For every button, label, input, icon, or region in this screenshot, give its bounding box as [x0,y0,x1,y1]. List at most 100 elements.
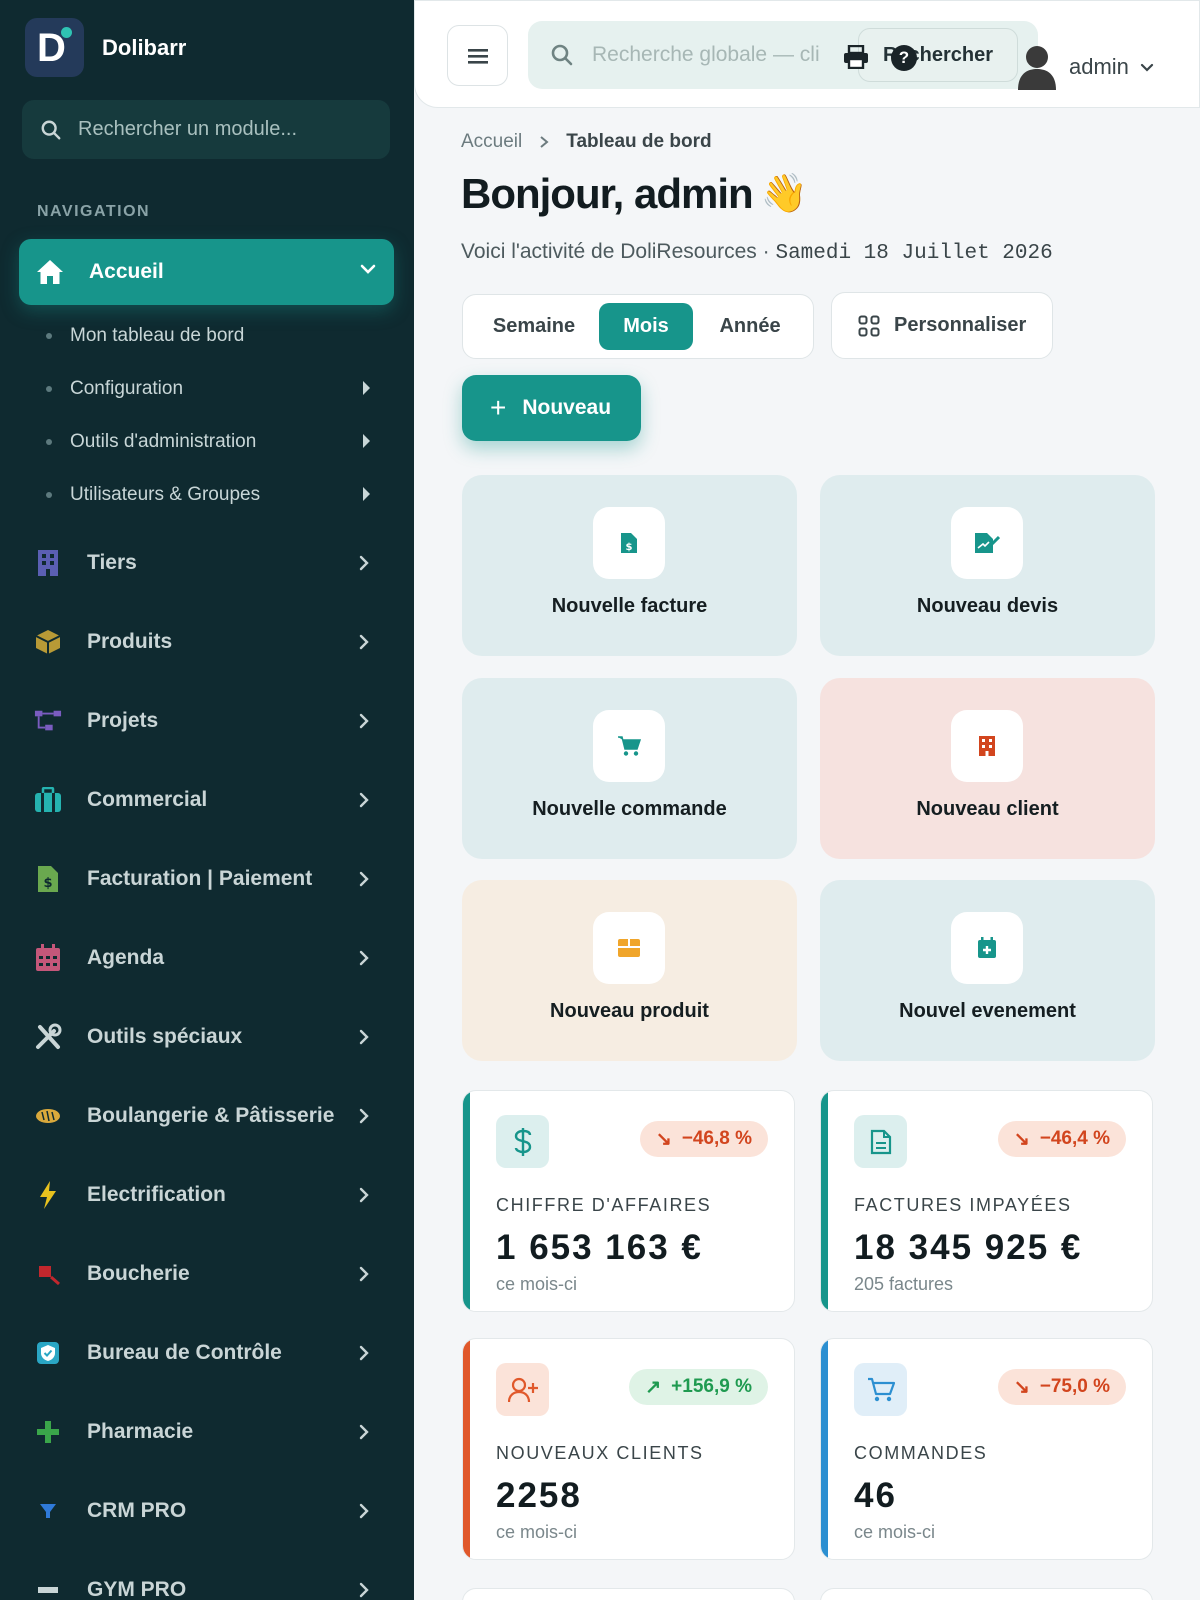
chevron-right-icon [359,1108,369,1124]
module-search[interactable] [22,100,390,159]
chevron-right-icon [359,871,369,887]
invoice-icon: $ [593,507,665,579]
box-icon [593,912,665,984]
home-icon [37,260,63,284]
waving-hand-icon: 👋 [760,173,808,215]
help-icon[interactable]: ? [891,45,917,71]
quick-action-new-client[interactable]: Nouveau client [820,678,1155,859]
quick-action-new-invoice[interactable]: $ Nouvelle facture [462,475,797,656]
period-year-tab[interactable]: Année [693,303,807,350]
chevron-right-icon [359,555,369,571]
sidebar-item-bureau-controle[interactable]: Bureau de Contrôle [34,1333,384,1373]
kpi-note: 205 factures [854,1274,954,1294]
sidebar-item-boucherie[interactable]: Boucherie [34,1254,384,1294]
search-icon [41,120,61,139]
new-button[interactable]: + Nouveau [462,375,641,441]
chevron-right-icon [359,1582,369,1598]
sidebar-subitem-configuration[interactable]: Configuration [46,378,376,400]
sidebar-item-electrification[interactable]: Electrification [34,1175,384,1215]
trend-badge: ↘ −46,4 % [997,1121,1126,1157]
dollar-icon [496,1115,549,1168]
kpi-card-unpaid-invoices[interactable]: ↘ −46,4 % FACTURES IMPAYÉES 18 345 925 € … [820,1090,1153,1312]
calendar-icon [34,944,62,972]
quick-action-new-quote[interactable]: Nouveau devis [820,475,1155,656]
sidebar-item-label: Accueil [89,260,164,283]
sidebar-item-outils-speciaux[interactable]: Outils spéciaux [34,1017,384,1057]
chevron-right-icon [359,1266,369,1282]
kpi-card-orders[interactable]: ↘ −75,0 % COMMANDES 46 ce mois-ci [820,1338,1153,1560]
sidebar-item-tiers[interactable]: Tiers [34,543,384,583]
global-search-button[interactable]: Rechercher [858,28,1018,82]
tools-icon [34,1023,62,1051]
kpi-value: 2258 [496,1476,582,1515]
calendar-plus-icon [951,912,1023,984]
period-week-tab[interactable]: Semaine [469,303,599,350]
sidebar-item-facturation[interactable]: $ Facturation | Paiement [34,859,384,899]
arrow-down-right-icon: ↘ [1013,1376,1030,1398]
chevron-down-icon [1140,63,1154,72]
arrow-down-right-icon: ↘ [655,1128,672,1150]
trend-badge: ↗ +156,9 % [629,1369,768,1405]
breadcrumb-current: Tableau de bord [566,131,712,152]
sidebar-item-produits[interactable]: Produits [34,622,384,662]
sidebar-item-agenda[interactable]: Agenda [34,938,384,978]
sidebar-item-commercial[interactable]: Commercial [34,780,384,820]
page-subtitle: Voici l'activité de DoliResources · Same… [461,240,1053,265]
bread-icon [34,1102,62,1130]
topbar: Rechercher ? admin [414,0,1200,108]
briefcase-icon [34,786,62,814]
kpi-card-partial [462,1588,795,1600]
project-tree-icon [34,707,62,735]
chevron-right-icon [359,634,369,650]
kpi-card-revenue[interactable]: ↘ −46,8 % CHIFFRE D'AFFAIRES 1 653 163 € … [462,1090,795,1312]
sidebar-item-gym-pro[interactable]: GYM PRO [34,1570,384,1600]
chevron-right-icon [359,1503,369,1519]
user-name: admin [1069,54,1129,79]
kpi-card-new-clients[interactable]: ↗ +156,9 % NOUVEAUX CLIENTS 2258 ce mois-… [462,1338,795,1560]
quick-action-new-product[interactable]: Nouveau produit [462,880,797,1061]
svg-text:$: $ [626,542,633,553]
sidebar-subitem-users-groups[interactable]: Utilisateurs & Groupes [46,484,376,506]
chevron-right-icon [359,1029,369,1045]
current-date: Samedi 18 Juillet 2026 [775,242,1053,265]
sidebar-item-crm-pro[interactable]: CRM PRO [34,1491,384,1531]
plus-cross-icon [34,1418,62,1446]
kpi-value: 18 345 925 € [854,1228,1083,1267]
sidebar-item-pharmacie[interactable]: Pharmacie [34,1412,384,1452]
sidebar-subitem-admin-tools[interactable]: Outils d'administration [46,431,376,453]
kpi-value: 46 [854,1476,897,1515]
kpi-note: ce mois-ci [854,1522,936,1542]
chevron-right-icon [359,713,369,729]
breadcrumb-home[interactable]: Accueil [461,131,522,153]
avatar [1015,43,1059,91]
search-icon [551,44,573,66]
kpi-note: ce mois-ci [496,1522,578,1542]
gym-icon [34,1576,62,1600]
customize-button[interactable]: Personnaliser [831,292,1053,359]
cart-icon [593,710,665,782]
chevron-right-icon [540,136,549,148]
sidebar-subitem-dashboard[interactable]: Mon tableau de bord [46,325,376,347]
module-search-input[interactable] [78,118,358,141]
chevron-right-icon [359,1424,369,1440]
user-menu[interactable]: admin [1015,43,1155,91]
period-month-tab[interactable]: Mois [599,303,693,350]
kpi-title: FACTURES IMPAYÉES [854,1195,1072,1215]
bolt-icon [34,1181,62,1209]
user-plus-icon [496,1363,549,1416]
quote-signature-icon [951,507,1023,579]
sidebar-item-accueil[interactable]: Accueil [19,239,394,305]
brand[interactable]: D Dolibarr [25,18,186,77]
sidebar-item-boulangerie[interactable]: Boulangerie & Pâtisserie [34,1096,384,1136]
svg-text:$: $ [43,876,52,891]
document-icon [854,1115,907,1168]
sidebar-item-projets[interactable]: Projets [34,701,384,741]
plus-icon: + [490,392,507,423]
global-search-input[interactable] [592,43,832,67]
menu-toggle-button[interactable] [447,25,508,86]
quick-action-new-order[interactable]: Nouvelle commande [462,678,797,859]
chevron-right-icon [359,1187,369,1203]
quick-action-new-event[interactable]: Nouvel evenement [820,880,1155,1061]
printer-icon[interactable] [843,45,869,69]
sidebar: D Dolibarr NAVIGATION Accueil Mon tablea… [0,0,414,1600]
